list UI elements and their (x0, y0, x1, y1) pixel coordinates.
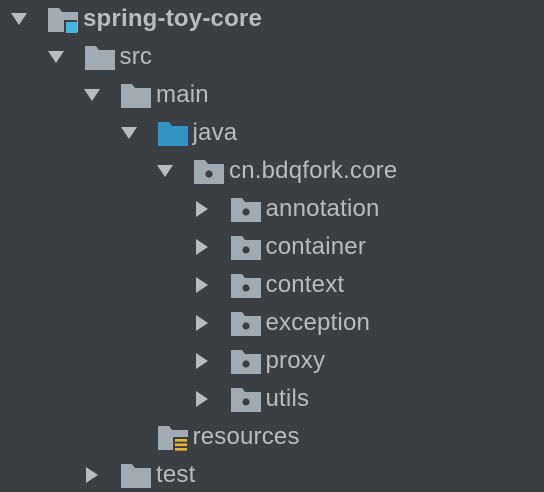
package-icon (229, 382, 263, 416)
project-tree: spring-toy-core src main java cn.bdqfork.cor… (0, 0, 544, 492)
tree-node-label: main (156, 81, 209, 108)
module-folder-icon (46, 2, 80, 36)
collapse-arrow-right-icon[interactable] (192, 275, 212, 295)
tree-node-label: java (192, 119, 238, 146)
folder-icon (83, 40, 117, 74)
tree-node-container[interactable]: container (0, 228, 544, 266)
tree-node-java[interactable]: java (0, 114, 544, 152)
resources-folder-icon (156, 420, 190, 454)
tree-node-context[interactable]: context (0, 266, 544, 304)
collapse-arrow-right-icon[interactable] (82, 465, 102, 485)
tree-node-utils[interactable]: utils (0, 380, 544, 418)
expand-arrow-down-icon[interactable] (155, 161, 175, 181)
tree-node-resources[interactable]: resources (0, 418, 544, 456)
collapse-arrow-right-icon[interactable] (192, 313, 212, 333)
tree-node-src[interactable]: src (0, 38, 544, 76)
tree-node-main[interactable]: main (0, 76, 544, 114)
tree-node-label: src (119, 43, 153, 70)
collapse-arrow-right-icon[interactable] (192, 389, 212, 409)
folder-icon (119, 78, 153, 112)
collapse-arrow-right-icon[interactable] (192, 199, 212, 219)
package-icon (229, 192, 263, 226)
package-icon (229, 230, 263, 264)
tree-node-label: test (156, 461, 196, 488)
collapse-arrow-right-icon[interactable] (192, 237, 212, 257)
expand-arrow-down-icon[interactable] (9, 9, 29, 29)
package-icon (229, 344, 263, 378)
tree-node-label: spring-toy-core (83, 5, 263, 32)
tree-node-label: annotation (265, 195, 380, 222)
package-icon (192, 154, 226, 188)
source-root-folder-icon (156, 116, 190, 150)
tree-node-annotation[interactable]: annotation (0, 190, 544, 228)
tree-node-label: context (265, 271, 345, 298)
expand-arrow-down-icon[interactable] (82, 85, 102, 105)
tree-node-label: cn.bdqfork.core (229, 157, 398, 184)
package-icon (229, 268, 263, 302)
package-icon (229, 306, 263, 340)
tree-node-label: proxy (265, 347, 326, 374)
collapse-arrow-right-icon[interactable] (192, 351, 212, 371)
folder-icon (119, 458, 153, 492)
tree-node-spring-toy-core[interactable]: spring-toy-core (0, 0, 544, 38)
tree-node-label: utils (265, 385, 310, 412)
tree-node-label: exception (265, 309, 371, 336)
tree-node-cn-bdqfork-core[interactable]: cn.bdqfork.core (0, 152, 544, 190)
tree-node-test[interactable]: test (0, 456, 544, 492)
tree-node-label: resources (192, 423, 300, 450)
tree-node-exception[interactable]: exception (0, 304, 544, 342)
expand-arrow-down-icon[interactable] (119, 123, 139, 143)
expand-arrow-down-icon[interactable] (46, 47, 66, 67)
tree-node-label: container (265, 233, 367, 260)
tree-node-proxy[interactable]: proxy (0, 342, 544, 380)
